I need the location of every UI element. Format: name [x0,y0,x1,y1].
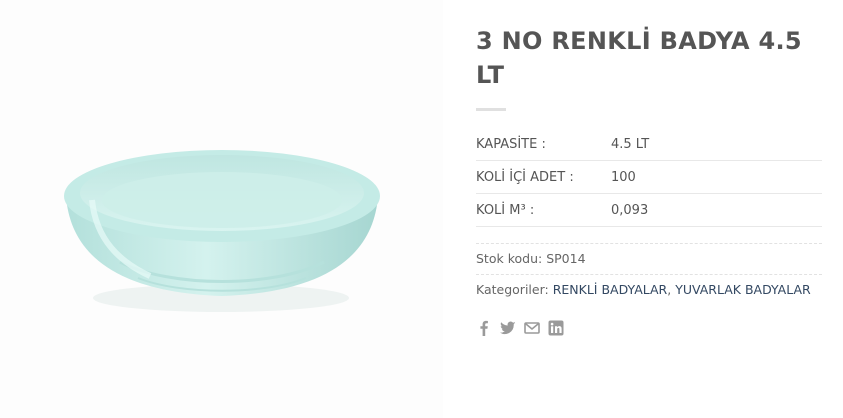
linkedin-icon[interactable] [548,320,564,336]
product-image[interactable] [0,0,443,418]
attribute-key: KAPASİTE : [476,128,611,161]
twitter-icon[interactable] [500,320,516,336]
attribute-value: 0,093 [611,193,822,227]
facebook-icon[interactable] [476,320,492,336]
share-icons [476,320,564,336]
sku-label: Stok kodu: [476,251,543,266]
title-divider [476,108,506,111]
attribute-value: 4.5 LT [611,128,822,161]
categories-label: Kategoriler: [476,282,549,297]
sku-line: Stok kodu: SP014 [476,251,586,266]
email-icon[interactable] [524,320,540,336]
category-link-renkli-badyalar[interactable]: RENKLİ BADYALAR [553,282,668,297]
product-title: 3 NO RENKLİ BADYA 4.5 LT [476,27,802,89]
attribute-key: KOLİ M³ : [476,193,611,227]
product-image-container[interactable] [0,0,443,418]
categories-line: Kategoriler: RENKLİ BADYALAR, YUVARLAK B… [476,282,811,297]
attribute-row: KOLİ M³ : 0,093 [476,193,822,227]
attribute-key: KOLİ İÇİ ADET : [476,160,611,194]
attribute-row: KOLİ İÇİ ADET : 100 [476,160,822,194]
category-separator: , [667,282,672,297]
meta-separator [476,243,822,244]
category-link-yuvarlak-badyalar[interactable]: YUVARLAK BADYALAR [675,282,811,297]
attribute-value: 100 [611,160,822,194]
attribute-row: KAPASİTE : 4.5 LT [476,128,822,161]
meta-separator [476,274,822,275]
product-attributes-table: KAPASİTE : 4.5 LT KOLİ İÇİ ADET : 100 KO… [476,128,822,227]
sku-value: SP014 [546,251,586,266]
